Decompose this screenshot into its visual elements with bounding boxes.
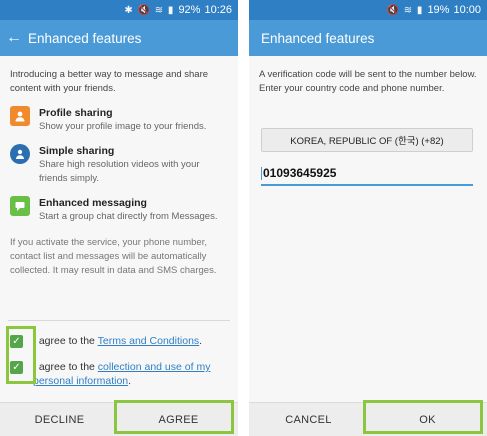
intro-content: Introducing a better way to message and … [0, 56, 238, 278]
clock: 10:26 [204, 4, 232, 16]
feature-title: Simple sharing [39, 145, 115, 157]
phone-number-value: 01093645925 [263, 166, 337, 180]
agree-prefix: I agree to the [33, 361, 98, 373]
terms-link[interactable]: Terms and Conditions [98, 335, 200, 347]
page-title: Enhanced features [261, 30, 375, 46]
country-selector[interactable]: KOREA, REPUBLIC OF (한국) (+82) [261, 128, 473, 152]
agree-privacy-row[interactable]: ✓ I agree to the collection and use of m… [10, 360, 230, 388]
feature-title: Enhanced messaging [39, 197, 147, 209]
share-icon [10, 144, 30, 164]
battery-percent: 19% [427, 4, 450, 16]
feature-desc: Share high resolution videos with your f… [39, 159, 200, 184]
profile-icon [10, 106, 30, 126]
data-charges-note: If you activate the service, your phone … [10, 237, 217, 276]
phone-number-field[interactable]: 01093645925 [261, 164, 473, 186]
agree-suffix: . [128, 375, 132, 387]
feature-title: Profile sharing [39, 107, 113, 119]
privacy-checkbox[interactable]: ✓ [10, 361, 23, 374]
feature-enhanced-messaging: Enhanced messaging Start a group chat di… [10, 196, 228, 224]
back-arrow-icon[interactable]: ← [0, 29, 28, 47]
clock: 10:00 [453, 4, 481, 16]
status-bar: 🔇 ≋ ▮ 19% 10:00 [249, 0, 487, 20]
agree-suffix: . [199, 335, 203, 347]
bottom-button-bar: CANCEL OK [249, 402, 487, 436]
verification-content: A verification code will be sent to the … [249, 56, 487, 96]
agree-terms-row[interactable]: ✓ I agree to the Terms and Conditions. [10, 334, 230, 348]
text-cursor [261, 167, 262, 181]
ok-button[interactable]: OK [368, 403, 487, 436]
status-icons: 🔇 ≋ ▮ [386, 4, 424, 16]
divider [8, 320, 230, 321]
agree-button[interactable]: AGREE [119, 403, 238, 436]
agree-terms-label: I agree to the Terms and Conditions. [33, 334, 202, 348]
agree-privacy-label: I agree to the collection and use of my … [33, 360, 230, 388]
battery-percent: 92% [178, 4, 201, 16]
app-bar: Enhanced features [249, 20, 487, 56]
bottom-button-bar: DECLINE AGREE [0, 402, 238, 436]
decline-button[interactable]: DECLINE [0, 403, 119, 436]
terms-checkbox[interactable]: ✓ [10, 335, 23, 348]
feature-simple-sharing: Simple sharing Share high resolution vid… [10, 144, 228, 186]
message-icon [10, 196, 30, 216]
feature-desc: Show your profile image to your friends. [39, 121, 207, 132]
verification-instructions: A verification code will be sent to the … [259, 69, 477, 94]
left-screen: ✱ 🔇 ≋ ▮ 92% 10:26 ← Enhanced features In… [0, 0, 238, 436]
status-icons: ✱ 🔇 ≋ ▮ [124, 4, 175, 16]
feature-profile-sharing: Profile sharing Show your profile image … [10, 106, 228, 134]
status-bar: ✱ 🔇 ≋ ▮ 92% 10:26 [0, 0, 238, 20]
feature-desc: Start a group chat directly from Message… [39, 211, 218, 222]
app-bar: ← Enhanced features [0, 20, 238, 56]
right-screen: 🔇 ≋ ▮ 19% 10:00 Enhanced features A veri… [249, 0, 487, 436]
intro-text: Introducing a better way to message and … [10, 69, 209, 94]
cancel-button[interactable]: CANCEL [249, 403, 368, 436]
page-title: Enhanced features [28, 30, 142, 46]
agree-prefix: I agree to the [33, 335, 98, 347]
